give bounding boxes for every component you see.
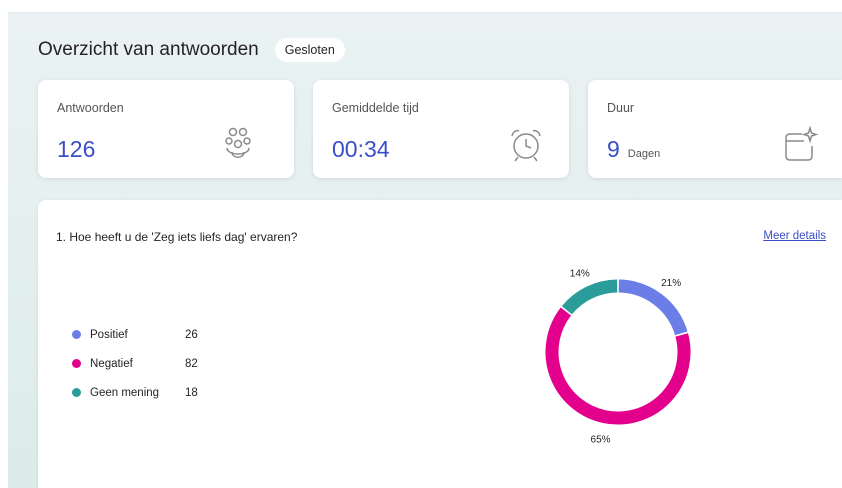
avg-time-label: Gemiddelde tijd (332, 101, 419, 115)
status-badge: Gesloten (274, 38, 345, 62)
users-icon (225, 127, 251, 158)
donut-slice-negatief[interactable] (545, 307, 691, 425)
duration-value: 9 Dagen (607, 136, 660, 163)
duration-card: Duur 9 Dagen (588, 80, 842, 178)
responses-label: Antwoorden (57, 101, 124, 115)
alarm-clock-icon (511, 129, 541, 162)
donut-label-geen-mening: 14% (570, 269, 590, 280)
page-header: Overzicht van antwoorden Gesloten (38, 38, 345, 62)
donut-label-positief: 21% (661, 278, 681, 289)
donut-label-negatief: 65% (591, 434, 611, 445)
donut-slice-geen-mening[interactable] (561, 279, 618, 315)
donut-slice-positief[interactable] (618, 279, 688, 336)
avg-time-card: Gemiddelde tijd 00:34 (313, 80, 569, 178)
responses-value: 126 (57, 136, 96, 162)
duration-unit: Dagen (627, 148, 661, 160)
question-panel: 1. Hoe heeft u de 'Zeg iets liefs dag' e… (38, 200, 842, 488)
calendar-sparkle-icon (785, 126, 819, 161)
duration-label: Duur (607, 101, 635, 115)
avg-time-value: 00:34 (332, 136, 390, 162)
duration-number: 9 (607, 136, 620, 162)
donut-chart: 21% 65% 14% (545, 269, 691, 445)
page-title: Overzicht van antwoorden (38, 39, 259, 60)
responses-card: Antwoorden 126 (38, 80, 294, 178)
